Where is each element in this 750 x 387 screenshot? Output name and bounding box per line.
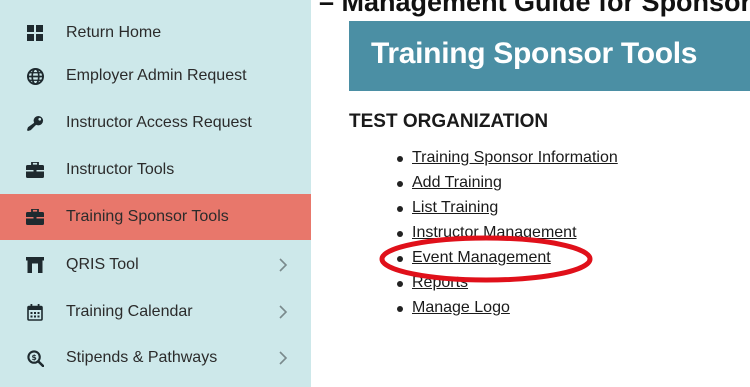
sidebar-item-label: Training Sponsor Tools xyxy=(66,208,229,225)
sidebar-item-label: Stipends & Pathways xyxy=(66,349,218,366)
sidebar-item-instructor-tools[interactable]: Instructor Tools xyxy=(0,147,311,193)
list-item: Manage Logo xyxy=(394,297,618,322)
link-reports[interactable]: Reports xyxy=(412,274,468,291)
globe-icon xyxy=(26,67,44,85)
sidebar-item-qris-tool[interactable]: QRIS Tool xyxy=(0,242,311,288)
list-item: List Training xyxy=(394,197,618,222)
list-item: Training Sponsor Information xyxy=(394,147,618,172)
organization-name: TEST ORGANIZATION xyxy=(349,111,549,132)
link-list-training[interactable]: List Training xyxy=(412,199,498,216)
sidebar-item-label: Instructor Tools xyxy=(66,161,175,178)
list-item: Add Training xyxy=(394,172,618,197)
search-dollar-icon: $ xyxy=(26,349,44,367)
calendar-icon xyxy=(26,303,44,321)
briefcase-icon xyxy=(26,161,44,179)
sidebar-item-label: Employer Admin Request xyxy=(66,67,247,84)
page: Training Sponsor Tools – Management Guid… xyxy=(0,0,750,387)
sidebar-item-training-calendar[interactable]: Training Calendar xyxy=(0,289,311,335)
sidebar-item-label: Return Home xyxy=(66,24,162,41)
sidebar: Return Home Employer Admin Request Instr… xyxy=(0,0,311,387)
svg-text:$: $ xyxy=(31,352,36,361)
page-title: Training Sponsor Tools xyxy=(371,37,698,70)
archway-icon xyxy=(26,256,44,274)
sidebar-item-stipends-pathways[interactable]: $ Stipends & Pathways xyxy=(0,335,311,381)
chevron-right-icon xyxy=(279,305,288,319)
list-item: Event Management xyxy=(394,247,618,272)
sidebar-item-label: Training Calendar xyxy=(66,303,193,320)
sidebar-item-employer-admin-request[interactable]: Employer Admin Request xyxy=(0,53,311,99)
list-item: Reports xyxy=(394,272,618,297)
sidebar-item-label: Instructor Access Request xyxy=(66,114,252,131)
link-training-sponsor-information[interactable]: Training Sponsor Information xyxy=(412,149,618,166)
grid-icon xyxy=(26,24,44,42)
chevron-right-icon xyxy=(279,258,288,272)
sidebar-item-label: QRIS Tool xyxy=(66,256,139,273)
list-item: Instructor Management xyxy=(394,222,618,247)
chevron-right-icon xyxy=(279,351,288,365)
link-manage-logo[interactable]: Manage Logo xyxy=(412,299,510,316)
sidebar-item-training-sponsor-tools[interactable]: Training Sponsor Tools xyxy=(0,194,311,240)
link-instructor-management[interactable]: Instructor Management xyxy=(412,224,577,241)
sidebar-item-instructor-access-request[interactable]: Instructor Access Request xyxy=(0,100,311,146)
page-title-banner: Training Sponsor Tools xyxy=(349,21,750,91)
briefcase-icon xyxy=(26,208,44,226)
link-add-training[interactable]: Add Training xyxy=(412,174,502,191)
sidebar-item-return-home[interactable]: Return Home xyxy=(0,10,311,56)
link-event-management[interactable]: Event Management xyxy=(412,249,551,266)
tool-links-list: Training Sponsor Information Add Trainin… xyxy=(394,147,618,322)
key-icon xyxy=(26,114,44,132)
